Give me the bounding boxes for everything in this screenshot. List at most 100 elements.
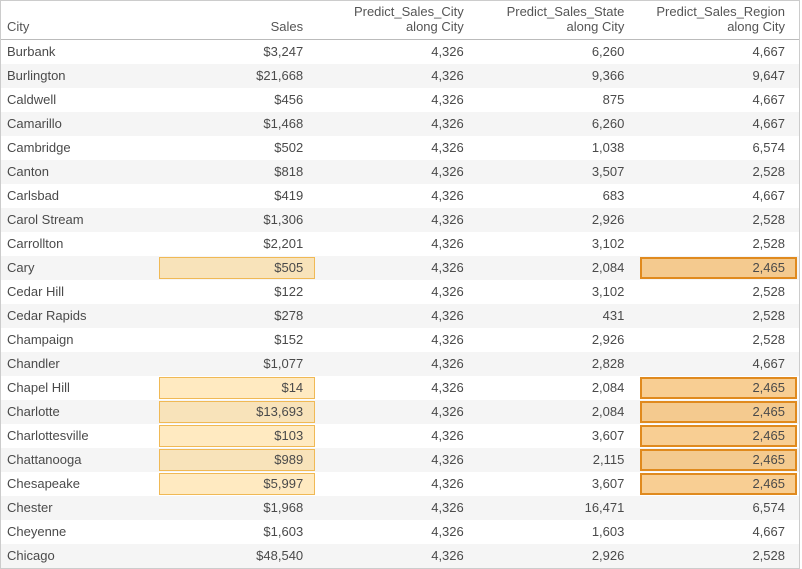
cell-city: Chapel Hill bbox=[1, 376, 157, 400]
col-header-predict-state[interactable]: Predict_Sales_Statealong City bbox=[478, 1, 639, 39]
cell-city: Chicago bbox=[1, 544, 157, 568]
cell-predict-city: 4,326 bbox=[317, 424, 478, 448]
table-row: Burlington$21,6684,3269,3669,647 bbox=[1, 64, 799, 88]
cell-predict-state: 2,084 bbox=[478, 400, 639, 424]
cell-predict-region: 4,667 bbox=[638, 184, 799, 208]
cell-predict-city: 4,326 bbox=[317, 520, 478, 544]
cell-city: Caldwell bbox=[1, 88, 157, 112]
cell-predict-city: 4,326 bbox=[317, 448, 478, 472]
cell-predict-region: 2,465 bbox=[638, 400, 799, 424]
cell-predict-region: 2,465 bbox=[638, 424, 799, 448]
cell-predict-region: 4,667 bbox=[638, 352, 799, 376]
table-body: Burbank$3,2474,3266,2604,667Burlington$2… bbox=[1, 39, 799, 568]
table-row: Carrollton$2,2014,3263,1022,528 bbox=[1, 232, 799, 256]
table-row: Carlsbad$4194,3266834,667 bbox=[1, 184, 799, 208]
cell-predict-region: 6,574 bbox=[638, 136, 799, 160]
cell-predict-region: 9,647 bbox=[638, 64, 799, 88]
cell-predict-city: 4,326 bbox=[317, 328, 478, 352]
col-header-sales[interactable]: Sales bbox=[157, 1, 318, 39]
cell-sales: $1,603 bbox=[157, 520, 318, 544]
table-row: Canton$8184,3263,5072,528 bbox=[1, 160, 799, 184]
cell-city: Carlsbad bbox=[1, 184, 157, 208]
table: City Sales Predict_Sales_Cityalong City … bbox=[1, 1, 799, 568]
cell-sales: $1,468 bbox=[157, 112, 318, 136]
table-row: Cheyenne$1,6034,3261,6034,667 bbox=[1, 520, 799, 544]
cell-predict-state: 2,084 bbox=[478, 376, 639, 400]
cell-city: Burlington bbox=[1, 64, 157, 88]
cell-sales: $5,997 bbox=[157, 472, 318, 496]
table-row: Chandler$1,0774,3262,8284,667 bbox=[1, 352, 799, 376]
cell-predict-city: 4,326 bbox=[317, 400, 478, 424]
cell-predict-city: 4,326 bbox=[317, 544, 478, 568]
col-header-predict-city[interactable]: Predict_Sales_Cityalong City bbox=[317, 1, 478, 39]
table-row: Chapel Hill$144,3262,0842,465 bbox=[1, 376, 799, 400]
cell-predict-city: 4,326 bbox=[317, 496, 478, 520]
cell-sales: $278 bbox=[157, 304, 318, 328]
cell-predict-state: 875 bbox=[478, 88, 639, 112]
cell-predict-state: 2,828 bbox=[478, 352, 639, 376]
table-row: Chicago$48,5404,3262,9262,528 bbox=[1, 544, 799, 568]
cell-predict-region: 4,667 bbox=[638, 112, 799, 136]
cell-sales: $419 bbox=[157, 184, 318, 208]
cell-predict-state: 9,366 bbox=[478, 64, 639, 88]
table-row: Cambridge$5024,3261,0386,574 bbox=[1, 136, 799, 160]
col-header-predict-region[interactable]: Predict_Sales_Regionalong City bbox=[638, 1, 799, 39]
cell-sales: $21,668 bbox=[157, 64, 318, 88]
cell-city: Camarillo bbox=[1, 112, 157, 136]
cell-predict-state: 1,603 bbox=[478, 520, 639, 544]
cell-predict-city: 4,326 bbox=[317, 88, 478, 112]
cell-predict-region: 2,465 bbox=[638, 376, 799, 400]
cell-sales: $818 bbox=[157, 160, 318, 184]
cell-predict-state: 431 bbox=[478, 304, 639, 328]
cell-city: Carol Stream bbox=[1, 208, 157, 232]
cell-city: Charlotte bbox=[1, 400, 157, 424]
cell-sales: $48,540 bbox=[157, 544, 318, 568]
cell-sales: $456 bbox=[157, 88, 318, 112]
cell-predict-region: 2,465 bbox=[638, 472, 799, 496]
table-row: Chester$1,9684,32616,4716,574 bbox=[1, 496, 799, 520]
cell-predict-state: 6,260 bbox=[478, 112, 639, 136]
cell-city: Carrollton bbox=[1, 232, 157, 256]
cell-predict-city: 4,326 bbox=[317, 208, 478, 232]
cell-predict-city: 4,326 bbox=[317, 256, 478, 280]
cell-predict-city: 4,326 bbox=[317, 136, 478, 160]
cell-sales: $3,247 bbox=[157, 39, 318, 64]
cell-sales: $152 bbox=[157, 328, 318, 352]
cell-predict-region: 2,528 bbox=[638, 208, 799, 232]
cell-predict-region: 4,667 bbox=[638, 88, 799, 112]
cell-sales: $505 bbox=[157, 256, 318, 280]
cell-city: Canton bbox=[1, 160, 157, 184]
table-row: Camarillo$1,4684,3266,2604,667 bbox=[1, 112, 799, 136]
cell-predict-region: 2,465 bbox=[638, 448, 799, 472]
data-table: City Sales Predict_Sales_Cityalong City … bbox=[0, 0, 800, 569]
table-row: Charlotte$13,6934,3262,0842,465 bbox=[1, 400, 799, 424]
table-row: Caldwell$4564,3268754,667 bbox=[1, 88, 799, 112]
cell-sales: $122 bbox=[157, 280, 318, 304]
table-row: Burbank$3,2474,3266,2604,667 bbox=[1, 39, 799, 64]
cell-predict-city: 4,326 bbox=[317, 39, 478, 64]
cell-city: Charlottesville bbox=[1, 424, 157, 448]
cell-predict-state: 2,926 bbox=[478, 328, 639, 352]
cell-predict-region: 2,528 bbox=[638, 328, 799, 352]
cell-sales: $2,201 bbox=[157, 232, 318, 256]
cell-city: Cedar Rapids bbox=[1, 304, 157, 328]
cell-city: Chattanooga bbox=[1, 448, 157, 472]
cell-predict-region: 2,528 bbox=[638, 280, 799, 304]
cell-sales: $502 bbox=[157, 136, 318, 160]
table-row: Carol Stream$1,3064,3262,9262,528 bbox=[1, 208, 799, 232]
col-header-city[interactable]: City bbox=[1, 1, 157, 39]
cell-city: Burbank bbox=[1, 39, 157, 64]
table-row: Cary$5054,3262,0842,465 bbox=[1, 256, 799, 280]
cell-predict-city: 4,326 bbox=[317, 64, 478, 88]
cell-predict-region: 2,528 bbox=[638, 232, 799, 256]
cell-predict-city: 4,326 bbox=[317, 112, 478, 136]
cell-sales: $14 bbox=[157, 376, 318, 400]
table-row: Charlottesville$1034,3263,6072,465 bbox=[1, 424, 799, 448]
cell-city: Chandler bbox=[1, 352, 157, 376]
cell-predict-city: 4,326 bbox=[317, 232, 478, 256]
cell-predict-state: 3,607 bbox=[478, 472, 639, 496]
cell-predict-state: 2,926 bbox=[478, 208, 639, 232]
cell-predict-region: 2,465 bbox=[638, 256, 799, 280]
cell-predict-city: 4,326 bbox=[317, 376, 478, 400]
cell-sales: $1,306 bbox=[157, 208, 318, 232]
